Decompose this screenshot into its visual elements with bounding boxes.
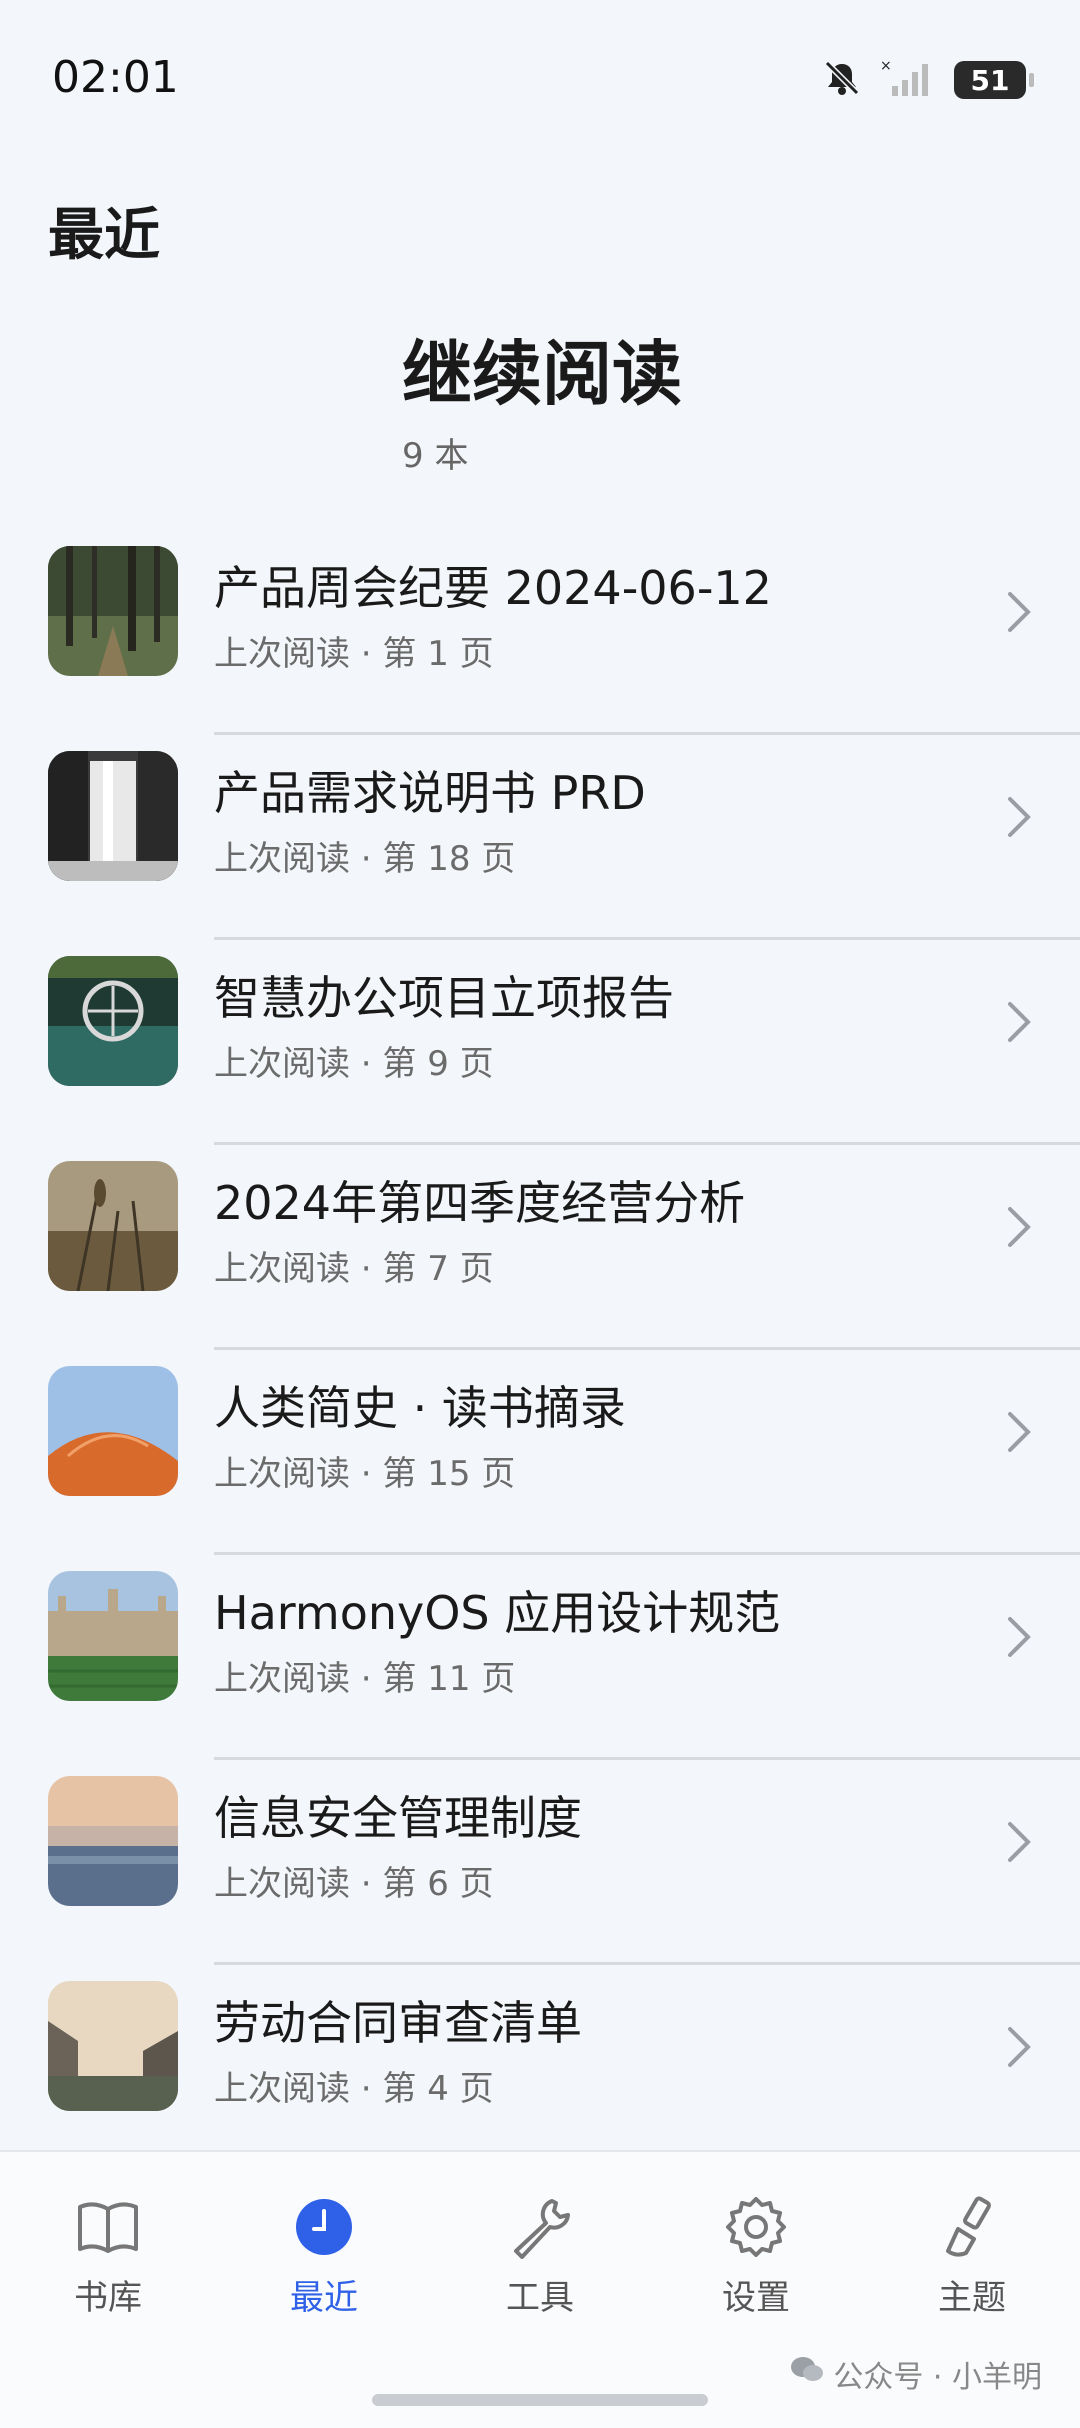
nav-tools-label: 工具 <box>506 2278 574 2318</box>
wechat-icon <box>789 2355 825 2393</box>
nav-theme-label: 主题 <box>938 2278 1006 2318</box>
watermark: 公众号 · 小羊明 <box>789 2352 1042 2396</box>
nav-library[interactable]: 书库 <box>38 2192 178 2319</box>
nav-recent[interactable]: 最近 <box>254 2192 394 2319</box>
list-item[interactable]: 产品周会纪要 2024-06-12 上次阅读 · 第 1 页 <box>0 530 1080 735</box>
svg-text:×: × <box>880 58 892 74</box>
item-title: 劳动合同审查清单 <box>214 1996 582 2050</box>
thumbnail-grass <box>48 1161 178 1291</box>
item-subtitle: 上次阅读 · 第 4 页 <box>214 2069 494 2109</box>
status-icons: × 51 <box>822 58 1034 102</box>
watermark-text: 公众号 · 小羊明 <box>833 2360 1042 2395</box>
nav-recent-label: 最近 <box>290 2278 358 2318</box>
item-title: 2024年第四季度经营分析 <box>214 1176 746 1230</box>
thumbnail-car <box>48 956 178 1086</box>
item-title: 智慧办公项目立项报告 <box>214 971 674 1025</box>
battery-icon: 51 <box>954 61 1034 99</box>
list-item[interactable]: 劳动合同审查清单 上次阅读 · 第 4 页 <box>0 1965 1080 2170</box>
item-title: 产品周会纪要 2024-06-12 <box>214 561 772 615</box>
list-item[interactable]: 智慧办公项目立项报告 上次阅读 · 第 9 页 <box>0 940 1080 1145</box>
gear-icon <box>686 2192 826 2262</box>
item-title: 信息安全管理制度 <box>214 1791 582 1845</box>
nav-settings-label: 设置 <box>722 2278 790 2318</box>
signal-icon: × <box>880 58 936 102</box>
nav-theme[interactable]: 主题 <box>902 2192 1042 2319</box>
list-item[interactable]: 人类简史 · 读书摘录 上次阅读 · 第 15 页 <box>0 1350 1080 1555</box>
wrench-icon <box>470 2192 610 2262</box>
list-item[interactable]: 2024年第四季度经营分析 上次阅读 · 第 7 页 <box>0 1145 1080 1350</box>
item-title: HarmonyOS 应用设计规范 <box>214 1586 781 1640</box>
chevron-right-icon <box>1006 1820 1032 1868</box>
chevron-right-icon <box>1006 1410 1032 1458</box>
item-title: 人类简史 · 读书摘录 <box>214 1381 626 1435</box>
list-item[interactable]: 信息安全管理制度 上次阅读 · 第 6 页 <box>0 1760 1080 1965</box>
item-subtitle: 上次阅读 · 第 9 页 <box>214 1044 494 1084</box>
clock-icon <box>254 2192 394 2262</box>
status-bar: 02:01 × 51 <box>0 0 1080 160</box>
thumbnail-forest <box>48 546 178 676</box>
list-item[interactable]: 产品需求说明书 PRD 上次阅读 · 第 18 页 <box>0 735 1080 940</box>
thumbnail-valley <box>48 1981 178 2111</box>
item-title: 产品需求说明书 PRD <box>214 766 646 820</box>
thumbnail-desert <box>48 1366 178 1496</box>
page-title: 最近 <box>48 203 160 268</box>
home-indicator[interactable] <box>372 2394 708 2406</box>
chevron-right-icon <box>1006 1000 1032 1048</box>
item-subtitle: 上次阅读 · 第 1 页 <box>214 634 494 674</box>
item-subtitle: 上次阅读 · 第 6 页 <box>214 1864 494 1904</box>
chevron-right-icon <box>1006 590 1032 638</box>
book-icon <box>38 2192 178 2262</box>
item-subtitle: 上次阅读 · 第 18 页 <box>214 839 516 879</box>
thumbnail-college <box>48 1571 178 1701</box>
nav-settings[interactable]: 设置 <box>686 2192 826 2319</box>
section-title: 继续阅读 <box>402 333 682 415</box>
chevron-right-icon <box>1006 795 1032 843</box>
nav-library-label: 书库 <box>74 2278 142 2318</box>
nav-tools[interactable]: 工具 <box>470 2192 610 2319</box>
item-subtitle: 上次阅读 · 第 11 页 <box>214 1659 516 1699</box>
status-time: 02:01 <box>52 52 179 103</box>
thumbnail-sunset <box>48 1776 178 1906</box>
chevron-right-icon <box>1006 1205 1032 1253</box>
screen: 02:01 × 51 最近 继续阅读 9 本 产品周会纪要 2024-06-12… <box>0 0 1080 2428</box>
chevron-right-icon <box>1006 2025 1032 2073</box>
item-subtitle: 上次阅读 · 第 15 页 <box>214 1454 516 1494</box>
thumbnail-waterfall <box>48 751 178 881</box>
paintbrush-icon <box>902 2192 1042 2262</box>
list-item[interactable]: HarmonyOS 应用设计规范 上次阅读 · 第 11 页 <box>0 1555 1080 1760</box>
recent-list: 产品周会纪要 2024-06-12 上次阅读 · 第 1 页 产品需求说明书 P… <box>0 530 1080 2170</box>
item-subtitle: 上次阅读 · 第 7 页 <box>214 1249 494 1289</box>
chevron-right-icon <box>1006 1615 1032 1663</box>
bell-muted-icon <box>822 58 862 102</box>
section-count: 9 本 <box>402 436 469 476</box>
